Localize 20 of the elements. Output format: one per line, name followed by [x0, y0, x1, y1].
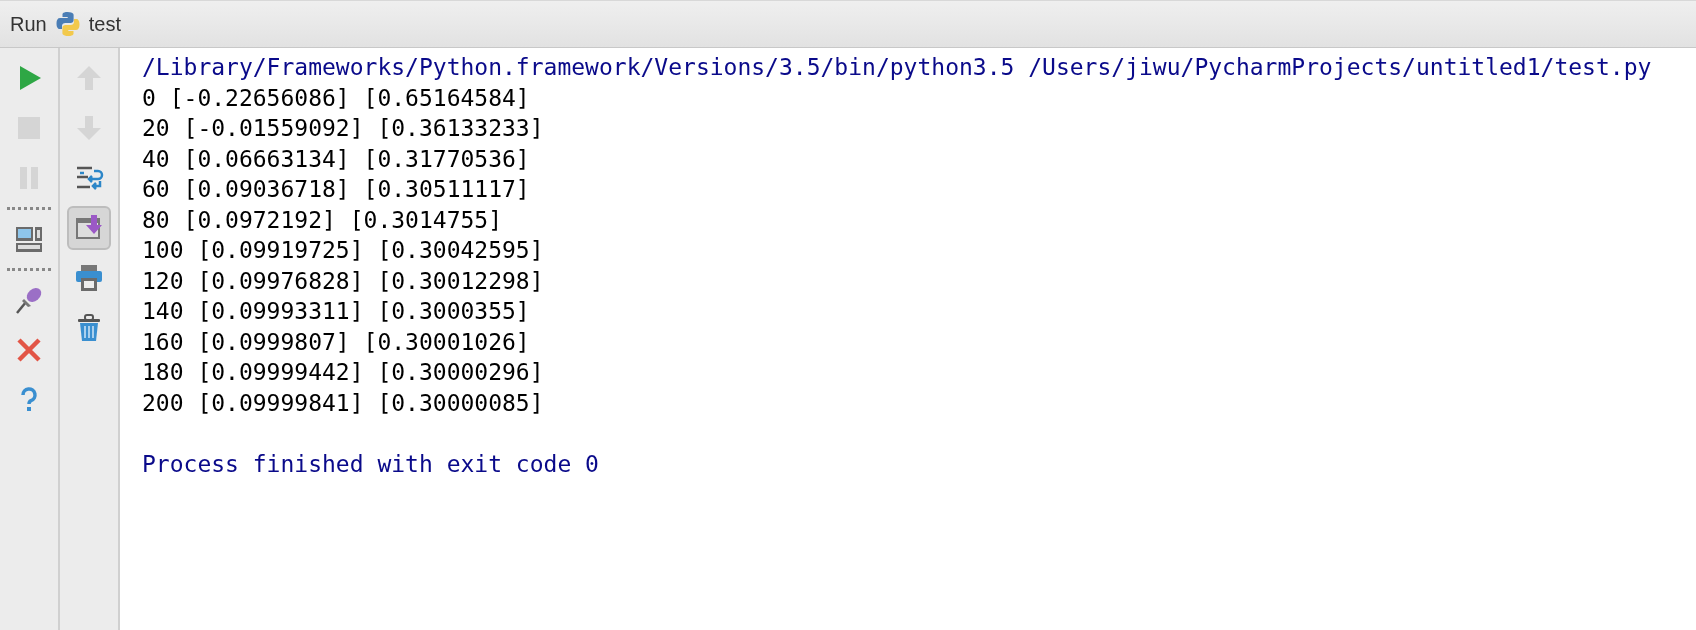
console-line: 120 [0.09976828] [0.30012298] — [142, 266, 544, 296]
python-logo-icon — [54, 11, 81, 37]
pushpin-icon — [14, 285, 44, 315]
console-line: 20 [-0.01559092] [0.36133233] — [142, 114, 544, 143]
tool-window-title: Run — [10, 12, 47, 36]
printer-icon — [74, 263, 104, 293]
console-line: 140 [0.09993311] [0.3000355] — [142, 297, 530, 326]
console-line: 160 [0.0999807] [0.30001026] — [142, 327, 530, 357]
run-config-tab[interactable]: test — [88, 12, 121, 36]
console-line: 200 [0.09999841] [0.30000085] — [142, 388, 544, 418]
layout-icon — [14, 224, 44, 254]
console-line: 0 [-0.22656086] [0.65164584] — [142, 83, 530, 113]
console-line: 60 [0.09036718] [0.30511117] — [142, 175, 530, 204]
console-line: 40 [0.06663134] [0.31770536] — [142, 144, 530, 174]
toolbar-button[interactable] — [67, 206, 111, 250]
console-line: 80 [0.0972192] [0.3014755] — [142, 205, 503, 235]
console-line: 100 [0.09919725] [0.30042595] — [142, 236, 544, 265]
console-line: 180 [0.09999442] [0.30000296] — [142, 358, 544, 387]
console-line: Process finished with exit code 0 — [142, 449, 599, 479]
console-line: /Library/Frameworks/Python.framework/Versions/3.5/bin/python3.5 /Users/jiwu/PycharmProjects/untitled1/test.py — [142, 53, 1652, 82]
